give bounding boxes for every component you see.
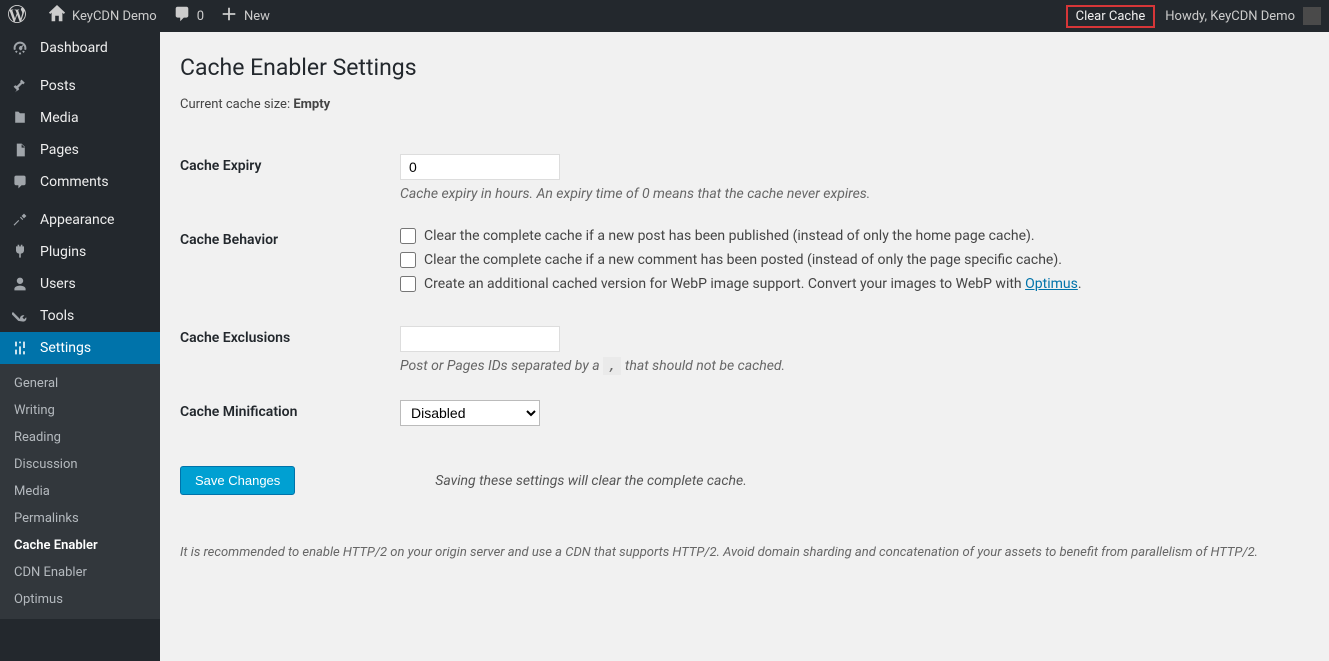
main-content: Cache Enabler Settings Current cache siz… bbox=[160, 32, 1329, 661]
sidebar-item-label: Posts bbox=[40, 78, 76, 94]
sidebar-item-label: Appearance bbox=[40, 212, 114, 228]
submenu-optimus[interactable]: Optimus bbox=[0, 586, 160, 613]
sidebar-item-comments[interactable]: Comments bbox=[0, 166, 160, 198]
user-icon bbox=[12, 276, 32, 292]
sidebar-item-pages[interactable]: Pages bbox=[0, 134, 160, 166]
expiry-label: Cache Expiry bbox=[180, 148, 400, 222]
save-changes-button[interactable]: Save Changes bbox=[180, 466, 295, 495]
expiry-input[interactable] bbox=[400, 154, 560, 180]
submenu-general[interactable]: General bbox=[0, 370, 160, 397]
sidebar-item-label: Tools bbox=[40, 308, 74, 324]
howdy-text: Howdy, KeyCDN Demo bbox=[1165, 9, 1295, 24]
sidebar-item-label: Pages bbox=[40, 142, 79, 158]
submenu-reading[interactable]: Reading bbox=[0, 424, 160, 451]
exclusions-label: Cache Exclusions bbox=[180, 320, 400, 394]
submenu-writing[interactable]: Writing bbox=[0, 397, 160, 424]
new-label: New bbox=[244, 9, 270, 24]
site-name: KeyCDN Demo bbox=[72, 9, 157, 24]
comments-link[interactable]: 0 bbox=[165, 0, 212, 32]
sidebar-item-settings[interactable]: Settings bbox=[0, 332, 160, 364]
behavior-checkbox-3[interactable] bbox=[400, 276, 416, 292]
behavior-checkbox-2[interactable] bbox=[400, 252, 416, 268]
dashboard-icon bbox=[12, 40, 32, 56]
behavior-label: Cache Behavior bbox=[180, 222, 400, 320]
footer-note: It is recommended to enable HTTP/2 on yo… bbox=[180, 545, 1309, 560]
sidebar-item-label: Settings bbox=[40, 340, 91, 356]
comment-icon bbox=[12, 174, 32, 190]
sidebar-item-posts[interactable]: Posts bbox=[0, 70, 160, 102]
wordpress-icon bbox=[8, 5, 26, 27]
settings-icon bbox=[12, 340, 32, 356]
submenu-cache-enabler[interactable]: Cache Enabler bbox=[0, 532, 160, 559]
minification-select[interactable]: Disabled bbox=[400, 400, 540, 426]
sidebar-item-label: Users bbox=[40, 276, 76, 292]
submenu-cdn-enabler[interactable]: CDN Enabler bbox=[0, 559, 160, 586]
sidebar-item-media[interactable]: Media bbox=[0, 102, 160, 134]
account-link[interactable]: Howdy, KeyCDN Demo bbox=[1165, 7, 1321, 25]
avatar bbox=[1303, 7, 1321, 25]
submenu-permalinks[interactable]: Permalinks bbox=[0, 505, 160, 532]
media-icon bbox=[12, 110, 32, 126]
behavior-cb3-label: Create an additional cached version for … bbox=[424, 276, 1082, 292]
tools-icon bbox=[12, 308, 32, 324]
sidebar-item-users[interactable]: Users bbox=[0, 268, 160, 300]
sidebar-item-dashboard[interactable]: Dashboard bbox=[0, 32, 160, 64]
appearance-icon bbox=[12, 212, 32, 228]
comments-count: 0 bbox=[197, 9, 204, 24]
sidebar-item-label: Comments bbox=[40, 174, 109, 190]
submenu-discussion[interactable]: Discussion bbox=[0, 451, 160, 478]
exclusions-desc: Post or Pages IDs separated by a , that … bbox=[400, 358, 1299, 374]
sidebar-item-label: Dashboard bbox=[40, 40, 108, 56]
behavior-cb1-label: Clear the complete cache if a new post h… bbox=[424, 228, 1035, 244]
minification-label: Cache Minification bbox=[180, 394, 400, 446]
behavior-checkbox-1[interactable] bbox=[400, 228, 416, 244]
new-link[interactable]: New bbox=[212, 0, 278, 32]
wp-logo[interactable] bbox=[0, 0, 40, 32]
optimus-link[interactable]: Optimus bbox=[1025, 276, 1078, 292]
sidebar-item-appearance[interactable]: Appearance bbox=[0, 204, 160, 236]
sidebar-item-label: Plugins bbox=[40, 244, 86, 260]
plus-icon bbox=[220, 5, 238, 27]
sidebar-item-plugins[interactable]: Plugins bbox=[0, 236, 160, 268]
settings-submenu: General Writing Reading Discussion Media… bbox=[0, 364, 160, 619]
pin-icon bbox=[12, 78, 32, 94]
save-desc: Saving these settings will clear the com… bbox=[435, 473, 747, 489]
sidebar-item-label: Media bbox=[40, 110, 79, 126]
plugin-icon bbox=[12, 244, 32, 260]
admin-bar: KeyCDN Demo 0 New Clear Cache Howdy, Key… bbox=[0, 0, 1329, 32]
submenu-media[interactable]: Media bbox=[0, 478, 160, 505]
clear-cache-button[interactable]: Clear Cache bbox=[1066, 5, 1156, 28]
site-name-link[interactable]: KeyCDN Demo bbox=[40, 0, 165, 32]
admin-sidebar: Dashboard Posts Media Pages Comments App… bbox=[0, 32, 160, 661]
sidebar-item-tools[interactable]: Tools bbox=[0, 300, 160, 332]
cache-size-text: Current cache size: Empty bbox=[180, 97, 1309, 112]
comment-icon bbox=[173, 5, 191, 27]
home-icon bbox=[48, 5, 66, 27]
behavior-cb2-label: Clear the complete cache if a new commen… bbox=[424, 252, 1062, 268]
expiry-desc: Cache expiry in hours. An expiry time of… bbox=[400, 186, 1299, 202]
exclusions-input[interactable] bbox=[400, 326, 560, 352]
page-icon bbox=[12, 142, 32, 158]
page-title: Cache Enabler Settings bbox=[180, 54, 1309, 81]
